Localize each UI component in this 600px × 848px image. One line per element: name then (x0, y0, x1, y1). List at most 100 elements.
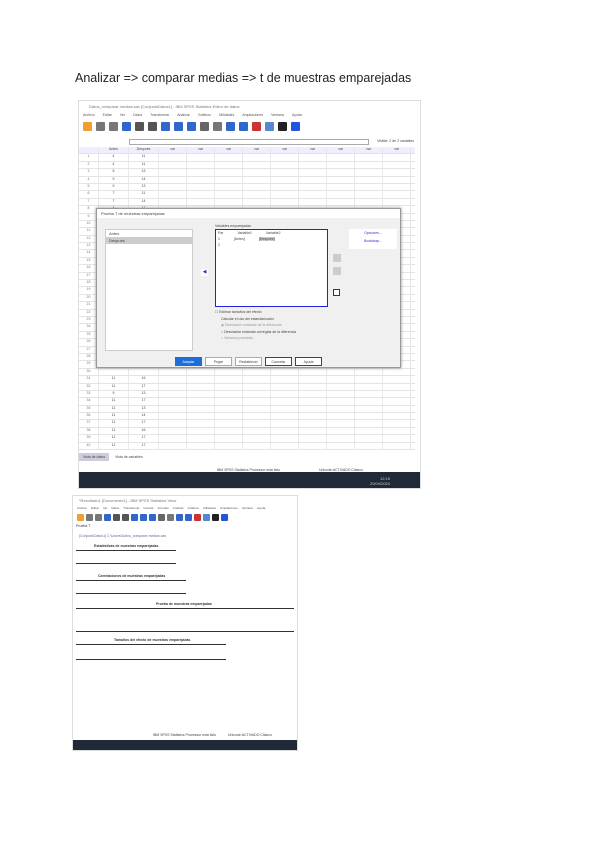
empty-cell[interactable] (355, 154, 383, 161)
empty-cell[interactable] (187, 398, 215, 405)
empty-cell[interactable] (243, 435, 271, 442)
empty-cell[interactable] (271, 398, 299, 405)
empty-cell[interactable] (355, 198, 383, 206)
empty-cell[interactable] (383, 183, 411, 191)
move-up-button[interactable] (333, 254, 341, 262)
toolbar-icon[interactable] (187, 121, 196, 131)
empty-cell[interactable] (187, 376, 215, 383)
empty-cell[interactable] (383, 413, 411, 420)
empty-cell[interactable] (355, 398, 383, 405)
data-cell[interactable]: 11 (99, 420, 129, 427)
column-header[interactable]: var (187, 147, 215, 154)
toolbar-icon[interactable] (148, 121, 157, 131)
empty-cell[interactable] (215, 413, 243, 420)
empty-cell[interactable] (327, 161, 355, 169)
menu-item[interactable]: Editar (103, 113, 112, 117)
empty-cell[interactable] (215, 183, 243, 191)
empty-cell[interactable] (159, 398, 187, 405)
menu-item[interactable]: Transformar (123, 506, 139, 510)
column-header[interactable]: var (327, 147, 355, 154)
toolbar-icon[interactable] (140, 513, 147, 521)
empty-cell[interactable] (187, 198, 215, 206)
empty-cell[interactable] (215, 420, 243, 427)
toolbar-icon[interactable] (194, 513, 201, 521)
menu-item[interactable]: Datos (111, 506, 119, 510)
empty-cell[interactable] (299, 390, 327, 398)
empty-cell[interactable] (299, 420, 327, 427)
empty-cell[interactable] (215, 161, 243, 169)
empty-cell[interactable] (159, 368, 187, 376)
empty-cell[interactable] (383, 154, 411, 161)
empty-cell[interactable] (355, 183, 383, 191)
empty-cell[interactable] (271, 169, 299, 176)
empty-cell[interactable] (355, 191, 383, 198)
data-cell[interactable]: 17 (129, 420, 159, 427)
source-var-item[interactable]: Antes (106, 230, 192, 237)
ok-button[interactable]: Aceptar (175, 357, 202, 366)
empty-cell[interactable] (215, 405, 243, 413)
toolbar-icon[interactable] (95, 513, 102, 521)
menu-item[interactable]: Ampliaciones (242, 113, 263, 117)
empty-cell[interactable] (159, 191, 187, 198)
data-cell[interactable]: 13 (129, 183, 159, 191)
data-cell[interactable]: 9 (99, 390, 129, 398)
menu-item[interactable]: Formato (158, 506, 169, 510)
empty-cell[interactable] (327, 405, 355, 413)
empty-cell[interactable] (271, 198, 299, 206)
empty-cell[interactable] (355, 420, 383, 427)
empty-cell[interactable] (355, 435, 383, 442)
data-cell[interactable]: 17 (129, 398, 159, 405)
empty-cell[interactable] (299, 442, 327, 450)
menu-item[interactable]: Insertar (143, 506, 153, 510)
empty-cell[interactable] (355, 427, 383, 435)
empty-cell[interactable] (243, 183, 271, 191)
toolbar-icon[interactable] (226, 121, 235, 131)
empty-cell[interactable] (159, 427, 187, 435)
empty-cell[interactable] (243, 383, 271, 390)
source-variable-list[interactable]: Antes Después (105, 229, 193, 351)
empty-cell[interactable] (383, 161, 411, 169)
empty-cell[interactable] (159, 183, 187, 191)
empty-cell[interactable] (383, 398, 411, 405)
empty-cell[interactable] (383, 405, 411, 413)
empty-cell[interactable] (327, 435, 355, 442)
data-cell[interactable]: 11 (129, 154, 159, 161)
empty-cell[interactable] (243, 161, 271, 169)
cancel-button[interactable]: Cancelar (265, 357, 292, 366)
empty-cell[interactable] (327, 398, 355, 405)
toolbar-icon[interactable] (83, 121, 92, 131)
toolbar-icon[interactable] (161, 121, 170, 131)
empty-cell[interactable] (187, 413, 215, 420)
bootstrap-button[interactable]: Bootstrap... (349, 237, 397, 245)
menu-item[interactable]: Archivo (77, 506, 87, 510)
empty-cell[interactable] (271, 405, 299, 413)
empty-cell[interactable] (271, 413, 299, 420)
empty-cell[interactable] (271, 383, 299, 390)
toolbar-icon[interactable] (291, 121, 300, 131)
empty-cell[interactable] (159, 442, 187, 450)
empty-cell[interactable] (299, 376, 327, 383)
menu-item[interactable]: Ventana (271, 113, 284, 117)
toolbar-icon[interactable] (176, 513, 183, 521)
data-cell[interactable]: 11 (99, 413, 129, 420)
empty-cell[interactable] (299, 154, 327, 161)
empty-cell[interactable] (327, 183, 355, 191)
empty-cell[interactable] (159, 169, 187, 176)
empty-cell[interactable] (299, 198, 327, 206)
empty-cell[interactable] (271, 161, 299, 169)
empty-cell[interactable] (159, 383, 187, 390)
data-cell[interactable]: 13 (129, 169, 159, 176)
help-button[interactable]: Ayuda (295, 357, 322, 366)
empty-cell[interactable] (215, 154, 243, 161)
empty-cell[interactable] (187, 390, 215, 398)
cell-editor-input[interactable] (129, 139, 369, 145)
empty-cell[interactable] (215, 169, 243, 176)
empty-cell[interactable] (159, 435, 187, 442)
empty-cell[interactable] (355, 442, 383, 450)
empty-cell[interactable] (215, 176, 243, 183)
empty-cell[interactable] (383, 176, 411, 183)
empty-cell[interactable] (215, 191, 243, 198)
empty-cell[interactable] (243, 442, 271, 450)
empty-cell[interactable] (187, 368, 215, 376)
column-header[interactable]: var (383, 147, 411, 154)
